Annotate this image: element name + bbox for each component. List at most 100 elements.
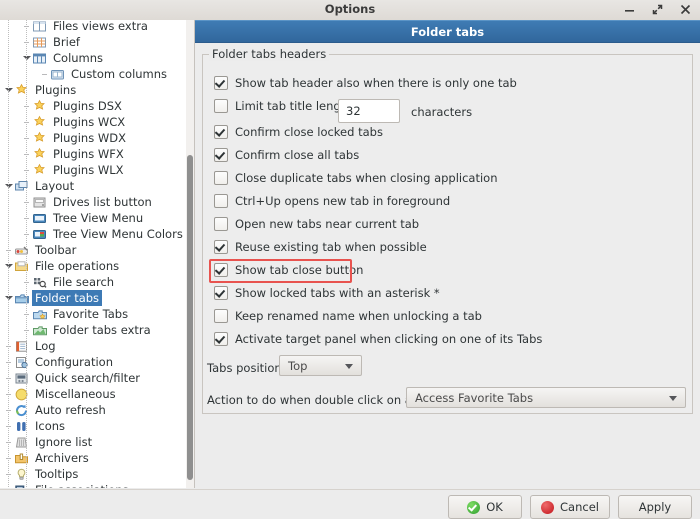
sidebar-item-plugins-dsx[interactable]: Plugins DSX — [0, 98, 186, 114]
sidebar-item-tree-view-menu-colors[interactable]: Tree View Menu Colors — [0, 226, 186, 242]
sidebar-item-toolbar[interactable]: Toolbar — [0, 242, 186, 258]
ok-button-label: OK — [486, 500, 503, 514]
sidebar-item-plugins-wcx[interactable]: Plugins WCX — [0, 114, 186, 130]
sidebar-item-custom-columns[interactable]: Custom columns — [0, 66, 186, 82]
close-button[interactable] — [678, 1, 692, 17]
sidebar-item-files-views-extra[interactable]: Files views extra — [0, 20, 186, 34]
sidebar-item-label: Configuration — [35, 355, 113, 369]
sidebar-item-label: Drives list button — [53, 195, 152, 209]
checkbox-label: Show tab header also when there is only … — [235, 76, 517, 90]
checkbox-keep-renamed-name-when-unlocking-a-tab[interactable]: Keep renamed name when unlocking a tab — [214, 308, 482, 324]
cancel-button[interactable]: Cancel — [530, 495, 610, 519]
sidebar-item-columns[interactable]: Columns — [0, 50, 186, 66]
checkbox-label: Activate target panel when clicking on o… — [235, 332, 543, 346]
sidebar-item-label: Icons — [35, 419, 66, 433]
sidebar-item-ignore-list[interactable]: Ignore list — [0, 434, 186, 450]
tree-guide-line — [8, 20, 9, 488]
sidebar-item-icons[interactable]: Icons — [0, 418, 186, 434]
sidebar-item-folder-tabs[interactable]: Folder tabs — [0, 290, 186, 306]
checkbox-ctrl-up-opens-new-tab-in-foreground[interactable]: Ctrl+Up opens new tab in foreground — [214, 193, 450, 209]
checkbox-show-tab-close-button[interactable]: Show tab close button — [214, 262, 363, 278]
sidebar-item-log[interactable]: Log — [0, 338, 186, 354]
apply-button-label: Apply — [638, 500, 672, 514]
sidebar-item-drives-list-button[interactable]: Drives list button — [0, 194, 186, 210]
sidebar-item-auto-refresh[interactable]: Auto refresh — [0, 402, 186, 418]
tabs-position-select[interactable]: Top — [279, 355, 362, 376]
sidebar-item-label: Favorite Tabs — [53, 307, 129, 321]
checkbox-indicator[interactable] — [214, 171, 228, 185]
sidebar-scrollbar-thumb[interactable] — [187, 155, 193, 480]
sidebar-item-favorite-tabs[interactable]: Favorite Tabs — [0, 306, 186, 322]
sidebar-item-tree-view-menu[interactable]: Tree View Menu — [0, 210, 186, 226]
sidebar-item-label: Layout — [35, 179, 75, 193]
sidebar-item-file-associations[interactable]: File associations — [0, 482, 186, 488]
file-search-icon — [32, 275, 47, 290]
maximize-button[interactable] — [650, 1, 664, 17]
checkbox-indicator[interactable] — [214, 217, 228, 231]
files-views-extra-icon — [32, 20, 47, 34]
sidebar-item-label: Custom columns — [71, 67, 168, 81]
sidebar-item-label: Plugins WCX — [53, 115, 126, 129]
plugin-icon — [32, 115, 47, 130]
sidebar-item-archivers[interactable]: Archivers — [0, 450, 186, 466]
checkbox-indicator[interactable] — [214, 148, 228, 162]
checkbox-confirm-close-all-tabs[interactable]: Confirm close all tabs — [214, 147, 359, 163]
checkbox-show-tab-header-also-when-there-is-only-one-tab[interactable]: Show tab header also when there is only … — [214, 75, 517, 91]
minimize-button[interactable] — [622, 1, 636, 17]
sidebar-item-quick-search-filter[interactable]: Quick search/filter — [0, 370, 186, 386]
sidebar-item-label: Plugins WDX — [53, 131, 126, 145]
sidebar-item-plugins-wlx[interactable]: Plugins WLX — [0, 162, 186, 178]
plugin-icon — [32, 99, 47, 114]
settings-tree[interactable]: Files views extra Brief Columns Custom colu… — [0, 20, 186, 488]
sidebar-item-configuration[interactable]: Configuration — [0, 354, 186, 370]
ok-button[interactable]: OK — [448, 495, 522, 519]
cancel-button-label: Cancel — [560, 500, 599, 514]
sidebar-item-tooltips[interactable]: Tooltips — [0, 466, 186, 482]
sidebar-item-label: File search — [53, 275, 115, 289]
checkbox-indicator[interactable] — [214, 125, 228, 139]
checkbox-indicator[interactable] — [214, 332, 228, 346]
checkbox-close-duplicate-tabs-when-closing-application[interactable]: Close duplicate tabs when closing applic… — [214, 170, 498, 186]
limit-tab-title-length-value: 32 — [346, 104, 361, 118]
checkbox-indicator[interactable] — [214, 194, 228, 208]
group-legend: Folder tabs headers — [209, 47, 330, 61]
checkbox-indicator[interactable] — [214, 76, 228, 90]
checkbox-indicator[interactable] — [214, 309, 228, 323]
checkbox-label: Confirm close locked tabs — [235, 125, 383, 139]
tabs-position-label: Tabs position — [207, 361, 282, 375]
sidebar-item-label: Files views extra — [53, 20, 148, 33]
sidebar-item-label: Ignore list — [35, 435, 93, 449]
checkbox-indicator[interactable] — [214, 286, 228, 300]
sidebar-item-file-operations[interactable]: File operations — [0, 258, 186, 274]
sidebar-item-miscellaneous[interactable]: Miscellaneous — [0, 386, 186, 402]
sidebar-item-brief[interactable]: Brief — [0, 34, 186, 50]
checkbox-show-locked-tabs-with-an-asterisk[interactable]: Show locked tabs with an asterisk * — [214, 285, 440, 301]
sidebar-item-label: Folder tabs — [32, 290, 103, 306]
settings-tree-panel[interactable]: Files views extra Brief Columns Custom colu… — [0, 20, 195, 488]
tree-view-menu-colors-icon — [32, 227, 47, 242]
checkbox-open-new-tabs-near-current-tab[interactable]: Open new tabs near current tab — [214, 216, 419, 232]
checkbox-label: Confirm close all tabs — [235, 148, 360, 162]
apply-button[interactable]: Apply — [618, 495, 692, 519]
checkbox-confirm-close-locked-tabs[interactable]: Confirm close locked tabs — [214, 124, 383, 140]
checkbox-activate-target-panel-when-clicking-on-one-of-its-tabs[interactable]: Activate target panel when clicking on o… — [214, 331, 542, 347]
checkbox-reuse-existing-tab-when-possible[interactable]: Reuse existing tab when possible — [214, 239, 427, 255]
title-bar: Options — [0, 0, 700, 21]
window-title: Options — [324, 2, 376, 16]
double-click-action-value: Access Favorite Tabs — [415, 390, 534, 405]
sidebar-item-layout[interactable]: Layout — [0, 178, 186, 194]
checkbox-indicator[interactable] — [214, 263, 228, 277]
sidebar-item-folder-tabs-extra[interactable]: Folder tabs extra — [0, 322, 186, 338]
options-dialog: Options Files views extra Brief Columns … — [0, 0, 700, 519]
sidebar-item-plugins-wfx[interactable]: Plugins WFX — [0, 146, 186, 162]
plugin-icon — [32, 131, 47, 146]
sidebar-item-plugins-wdx[interactable]: Plugins WDX — [0, 130, 186, 146]
limit-tab-title-length-input[interactable]: 32 — [338, 99, 400, 123]
drives-list-button-icon — [32, 195, 47, 210]
sidebar-item-file-search[interactable]: File search — [0, 274, 186, 290]
checkbox-indicator[interactable] — [214, 240, 228, 254]
sidebar-item-plugins[interactable]: Plugins — [0, 82, 186, 98]
double-click-action-select[interactable]: Access Favorite Tabs — [406, 387, 686, 408]
sidebar-item-label: Plugins — [35, 83, 77, 97]
checkbox-indicator[interactable] — [214, 99, 228, 113]
